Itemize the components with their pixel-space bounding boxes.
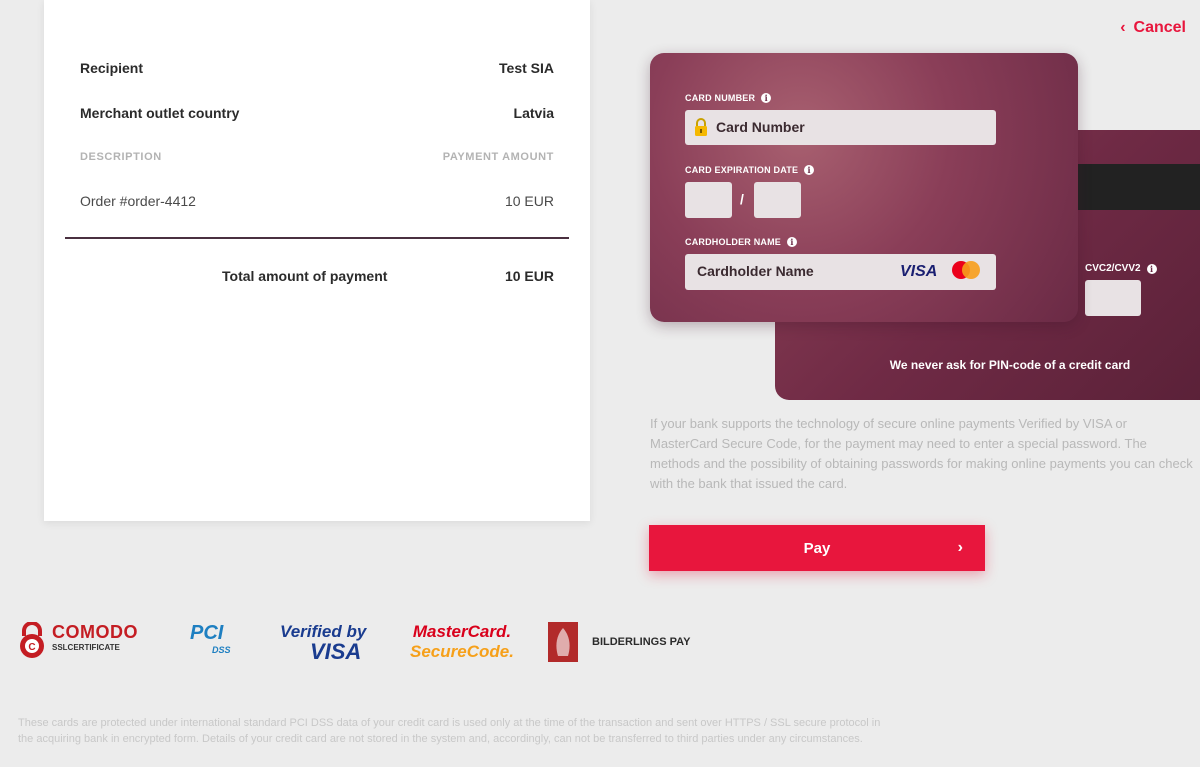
expiry-year-input[interactable] [754, 182, 801, 218]
info-icon[interactable]: i [1146, 263, 1157, 274]
country-value: Latvia [513, 105, 554, 121]
security-footer-note: These cards are protected under internat… [18, 717, 881, 745]
chevron-left-icon: ‹ [1120, 19, 1126, 36]
comodo-subtext: SSLCERTIFICATE [52, 643, 120, 652]
pci-dss-text: DSS [212, 645, 231, 655]
cardholder-placeholder: Cardholder Name [697, 263, 814, 279]
bilderlings-icon [548, 622, 578, 662]
order-amount: 10 EUR [504, 193, 554, 209]
recipient-label: Recipient [80, 60, 144, 76]
table-row: Order #order-4412 10 EUR [80, 193, 554, 209]
pci-text: PCI [190, 622, 224, 644]
msc-bottom: SecureCode. [410, 642, 514, 661]
mastercard-securecode-logo: MasterCard. SecureCode. [410, 622, 514, 662]
lock-icon [695, 118, 707, 136]
msc-top: MasterCard. [412, 622, 512, 641]
cancel-link[interactable]: ‹ Cancel [1120, 19, 1186, 37]
cvc-input[interactable] [1085, 280, 1141, 316]
card-number-placeholder: Card Number [716, 119, 805, 135]
card-number-label-text: CARD NUMBER [685, 93, 756, 103]
visa-logo: VISA [900, 263, 938, 280]
card-number-label: CARD NUMBER i [685, 93, 772, 103]
description-column-header: DESCRIPTION [80, 151, 162, 163]
comodo-logo: C COMODO SSLCERTIFICATE [18, 622, 138, 658]
recipient-value: Test SIA [499, 60, 554, 76]
cardholder-label: CARDHOLDER NAME i [685, 237, 797, 247]
cvc-label: CVC2/CVV2 i [1085, 263, 1157, 274]
pay-label: Pay [803, 539, 831, 557]
pci-dss-logo: PCI DSS [190, 622, 231, 655]
table-header: DESCRIPTION PAYMENT AMOUNT [80, 151, 554, 163]
info-icon[interactable]: i [761, 93, 772, 103]
verified-by-visa-logo: Verified by VISA [280, 622, 366, 664]
summary-divider [65, 237, 569, 239]
svg-text:C: C [28, 642, 35, 653]
cardholder-label-text: CARDHOLDER NAME [685, 237, 781, 247]
mastercard-icon [952, 261, 980, 279]
expiry-month-input[interactable] [685, 182, 732, 218]
pin-note: We never ask for PIN-code of a credit ca… [889, 358, 1131, 372]
bank-security-note: If your bank supports the technology of … [650, 416, 1193, 491]
payment-summary-panel: Recipient Test SIA Merchant outlet count… [44, 0, 590, 521]
card-front: CARD NUMBER i Card Number CARD EXPIRATIO… [650, 53, 1078, 322]
comodo-text: COMODO [52, 622, 138, 642]
expiry-separator: / [740, 191, 744, 207]
card-number-field[interactable]: Card Number [685, 110, 996, 145]
info-icon[interactable]: i [804, 165, 815, 175]
pay-button[interactable]: Pay › [649, 525, 985, 571]
total-amount: 10 EUR [504, 268, 554, 284]
amount-column-header: PAYMENT AMOUNT [442, 151, 554, 163]
vbv-bottom: VISA [309, 639, 362, 664]
total-label: Total amount of payment [222, 268, 388, 284]
country-row: Merchant outlet country Latvia [80, 105, 554, 121]
expiry-label: CARD EXPIRATION DATE i [685, 165, 815, 175]
bilderlings-text: BILDERLINGS PAY [592, 636, 691, 648]
cardholder-name-field[interactable]: Cardholder Name [685, 254, 996, 290]
info-icon[interactable]: i [787, 237, 797, 247]
expiry-label-text: CARD EXPIRATION DATE [685, 165, 799, 175]
recipient-row: Recipient Test SIA [80, 60, 554, 76]
bilderlings-pay-logo: BILDERLINGS PAY [548, 622, 690, 662]
order-description: Order #order-4412 [80, 193, 196, 209]
comodo-lock-icon: C [20, 622, 44, 658]
country-label: Merchant outlet country [80, 105, 240, 121]
cvc-label-text: CVC2/CVV2 [1085, 263, 1141, 274]
chevron-right-icon: › [957, 539, 963, 556]
cancel-label: Cancel [1133, 19, 1186, 36]
